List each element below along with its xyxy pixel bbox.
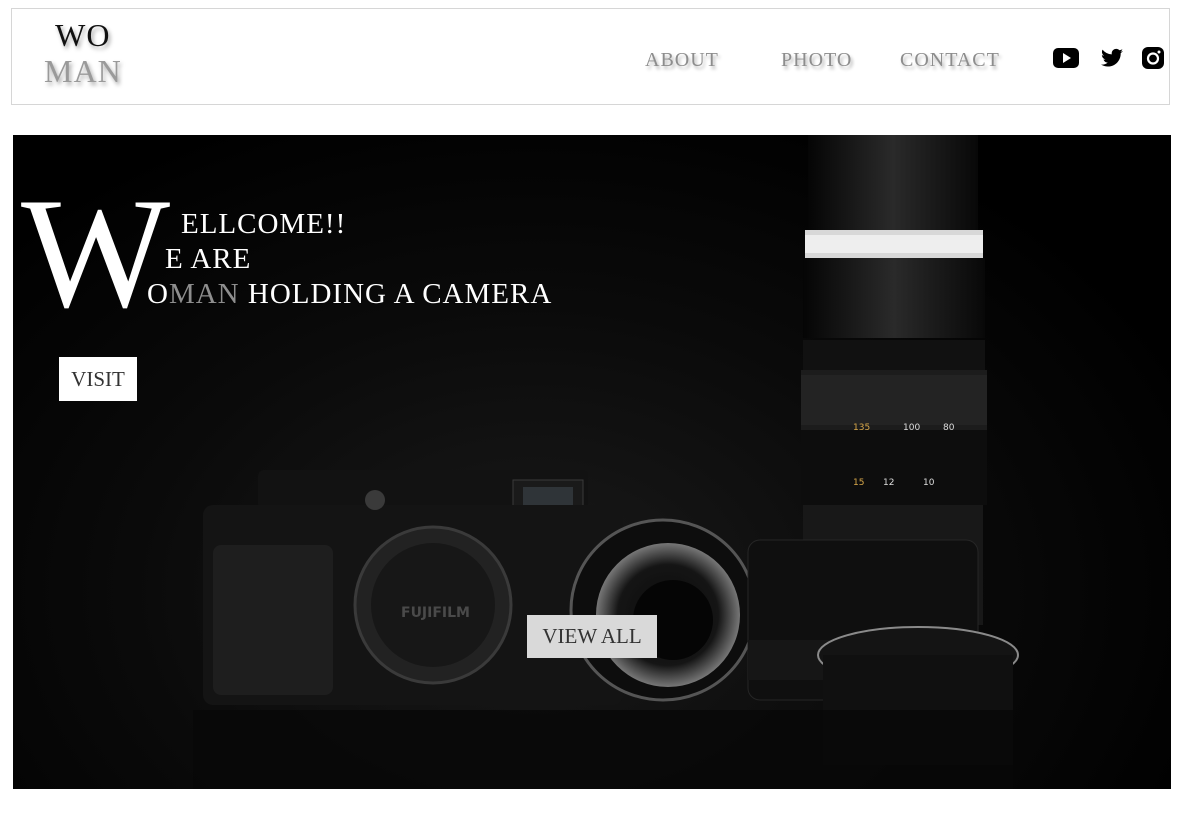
lens-scale-text: 80: [943, 423, 955, 433]
small-lens: [569, 518, 757, 702]
headline-line-2: E ARE: [165, 243, 252, 275]
view-all-button[interactable]: VIEW ALL: [527, 615, 657, 658]
hero-banner: 135 100 80 15 12 10 FUJIFILM W ELLCOME!!…: [13, 135, 1171, 789]
lens-scale-text: 12: [883, 478, 894, 488]
twitter-icon[interactable]: [1099, 46, 1125, 70]
camera-body: FUJIFILM: [203, 470, 623, 705]
site-header: WO MAN ABOUT PHOTO CONTACT: [11, 8, 1170, 105]
headline-line-3-rest: HOLDING A CAMERA: [239, 278, 553, 310]
nav-contact[interactable]: CONTACT: [900, 49, 1000, 72]
headline-line-1: ELLCOME!!: [181, 208, 347, 240]
lens-scale-text: 100: [903, 423, 920, 433]
instagram-icon[interactable]: [1140, 46, 1166, 70]
visit-button[interactable]: VISIT: [59, 357, 137, 401]
logo-text-bottom: MAN: [44, 53, 122, 89]
headline-highlight: MAN: [168, 278, 240, 310]
site-logo[interactable]: WO MAN: [44, 19, 122, 87]
nav-about[interactable]: ABOUT: [645, 49, 719, 72]
lens-scale-text: 15: [853, 478, 864, 488]
youtube-icon[interactable]: [1053, 46, 1079, 70]
headline-line-3: OMAN HOLDING A CAMERA: [147, 278, 552, 311]
logo-text-top: WO: [55, 17, 111, 53]
headline-line-3-first: O: [147, 278, 169, 310]
camera-brand: FUJIFILM: [401, 605, 470, 621]
lens-scale-text: 10: [923, 478, 935, 488]
nav-photo[interactable]: PHOTO: [781, 49, 852, 72]
lens-scale-text: 135: [853, 423, 870, 433]
